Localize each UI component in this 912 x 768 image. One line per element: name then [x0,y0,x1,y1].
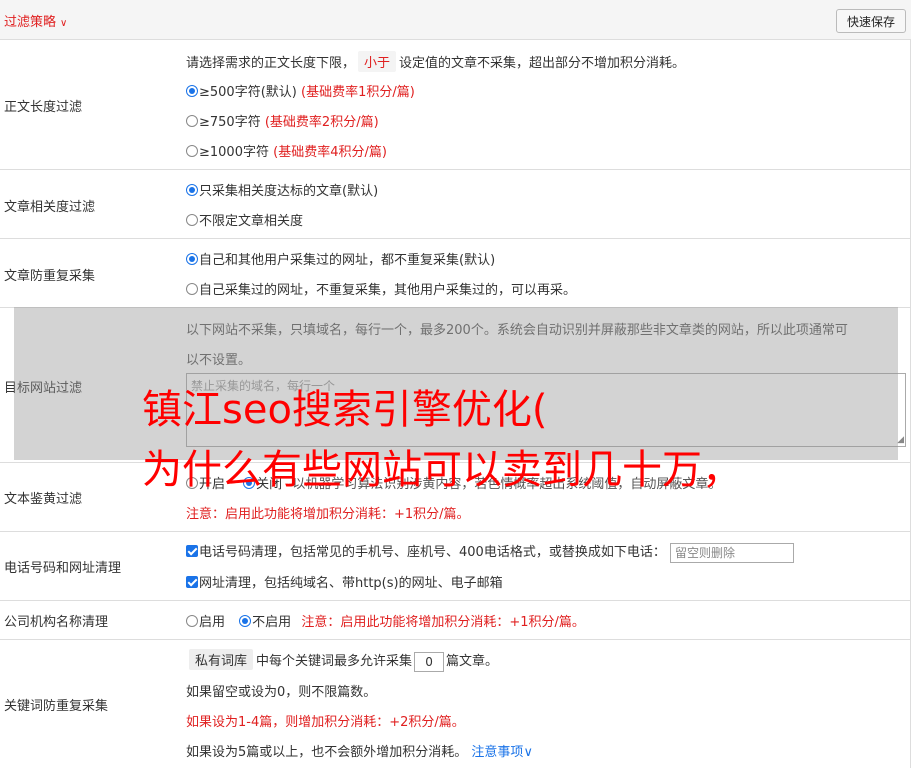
option-label: 自己采集过的网址，不重复采集，其他用户采集过的，可以再采。 [199,283,577,298]
gray-overlay [14,307,898,460]
duplicate-option-self[interactable]: 自己采集过的网址，不重复采集，其他用户采集过的，可以再采。 [186,279,576,298]
company-clean-options: 启用 不启用 注意：启用此功能将增加积分消耗：+1积分/篇。 [186,611,585,630]
option-label: 只采集相关度达标的文章(默认) [199,184,379,199]
notes-link[interactable]: 注意事项∨ [471,745,533,760]
desc-text: 设定值的文章不采集，超出部分不增加积分消耗。 [399,56,686,71]
length-option-500[interactable]: ≥500字符(默认) (基础费率1积分/篇) [186,81,415,100]
length-option-750[interactable]: ≥750字符 (基础费率2积分/篇) [186,111,379,130]
chevron-double-down-icon: ∨ [523,745,533,760]
company-clean-note: 注意：启用此功能将增加积分消耗：+1积分/篇。 [301,615,585,630]
duplicate-option-all[interactable]: 自己和其他用户采集过的网址，都不重复采集(默认) [186,249,495,268]
radio-selected[interactable] [239,615,252,627]
radio[interactable] [186,115,198,127]
length-option-1000[interactable]: ≥1000字符 (基础费率4积分/篇) [186,141,387,160]
row-label: 关键词防重复采集 [4,699,109,714]
row-relevance: 文章相关度过滤 只采集相关度达标的文章(默认) 不限定文章相关度 [0,170,911,239]
option-note: (基础费率2积分/篇) [264,115,379,130]
radio-selected[interactable] [186,253,198,265]
overlay-title-line2: 为什么有些网站可以卖到几十万， [142,447,742,493]
link-text: 注意事项 [471,745,524,760]
option-note: (基础费率1积分/篇) [301,85,415,100]
row-label: 公司机构名称清理 [4,615,109,630]
quick-save-button[interactable]: 快速保存 [836,9,906,33]
radio[interactable] [186,615,198,627]
url-clean-option[interactable]: 网址清理，包括纯域名、带http(s)的网址、电子邮箱 [186,572,503,591]
phone-clean-option[interactable]: 电话号码清理，包括常见的手机号、座机号、400电话格式，或替换成如下电话： 留空… [186,541,794,563]
chevron-double-down-icon: ∨ [60,18,68,29]
option-label: 不限定文章相关度 [199,214,304,229]
row-label: 电话号码和网址清理 [4,561,122,576]
line-text: 篇文章。 [446,654,499,669]
resize-handle-icon[interactable]: ◢ [897,436,904,445]
line-text: 如果设为5篇或以上，也不会额外增加积分消耗。 [186,745,468,760]
replace-phone-input[interactable]: 留空则删除 [669,542,794,563]
keyword-dup-line1: 私有词库 中每个关键词最多允许采集 0 篇文章。 [186,649,498,672]
checkbox-checked[interactable] [186,576,198,588]
option-label: 电话号码清理，包括常见的手机号、座机号、400电话格式，或替换成如下电话： [199,545,666,560]
desc-text: 请选择需求的正文长度下限， [186,56,356,71]
radio-selected[interactable] [186,85,198,97]
radio[interactable] [186,283,198,295]
option-label: ≥750字符 [199,115,261,130]
panel-header: 过滤策略 ∨ 快速保存 [0,0,911,40]
option-label: ≥1000字符 [199,145,269,160]
private-lexicon-tag[interactable]: 私有词库 [189,649,254,670]
row-company-clean: 公司机构名称清理 启用 不启用 注意：启用此功能将增加积分消耗：+1积分/篇。 [0,601,911,640]
overlay-title-line1: 镇江seo搜索引擎优化( [142,387,548,433]
row-keyword-dup: 关键词防重复采集 私有词库 中每个关键词最多允许采集 0 篇文章。 如果留空或设为0，… [0,640,911,768]
option-label: 启用 [199,615,226,630]
line-text: 中每个关键词最多允许采集 [256,654,413,669]
row-label: 文本鉴黄过滤 [4,492,83,507]
row-label: 文章相关度过滤 [4,200,96,215]
row-label: 文章防重复采集 [4,269,96,284]
keyword-dup-line4: 如果设为5篇或以上，也不会额外增加积分消耗。 注意事项∨ [186,741,533,760]
radio[interactable] [186,145,198,157]
relevance-option-qualified[interactable]: 只采集相关度达标的文章(默认) [186,180,378,199]
panel-title-text: 过滤策略 [4,15,57,30]
keyword-dup-line3: 如果设为1-4篇，则增加积分消耗：+2积分/篇。 [186,715,465,730]
option-note: (基础费率4积分/篇) [273,145,387,160]
row-duplicate: 文章防重复采集 自己和其他用户采集过的网址，都不重复采集(默认) 自己采集过的网… [0,239,911,308]
option-label: 不启用 [252,615,292,630]
content-length-desc: 请选择需求的正文长度下限， 小于 设定值的文章不采集，超出部分不增加积分消耗。 [186,51,685,72]
row-content-length: 正文长度过滤 请选择需求的正文长度下限， 小于 设定值的文章不采集，超出部分不增加积… [0,40,911,170]
porn-filter-note: 注意：启用此功能将增加积分消耗：+1积分/篇。 [186,507,470,522]
radio-selected[interactable] [186,184,198,196]
keyword-dup-line2: 如果留空或设为0，则不限篇数。 [186,685,377,700]
radio[interactable] [186,214,198,226]
less-than-tag: 小于 [358,51,397,72]
max-articles-input[interactable]: 0 [414,651,445,672]
panel-title[interactable]: 过滤策略 ∨ [4,11,67,30]
option-label: 自己和其他用户采集过的网址，都不重复采集(默认) [199,253,496,268]
checkbox-checked[interactable] [186,545,198,557]
option-label: ≥500字符(默认) [199,85,297,100]
relevance-option-unlimited[interactable]: 不限定文章相关度 [186,210,303,229]
row-phone-clean: 电话号码和网址清理 电话号码清理，包括常见的手机号、座机号、400电话格式，或替… [0,532,911,601]
row-label: 正文长度过滤 [4,100,83,115]
option-label: 网址清理，包括纯域名、带http(s)的网址、电子邮箱 [199,576,503,591]
